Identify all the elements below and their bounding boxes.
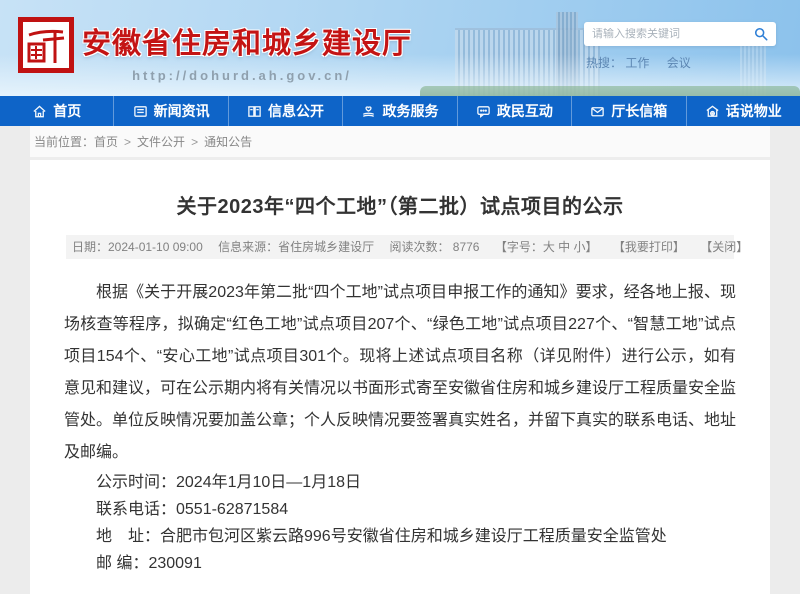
nav-item-label: 政务服务	[382, 101, 438, 121]
hot-search-label: 热搜：	[586, 56, 622, 70]
article-paragraph: 根据《关于开展2023年第二批“四个工地”试点项目申报工作的通知》要求，经各地上…	[64, 277, 736, 469]
article-meta-bar: 日期：2024-01-10 09:00 信息来源：省住房城乡建设厅 阅读次数： …	[66, 235, 734, 259]
nav-item-interaction[interactable]: 政民互动	[457, 96, 571, 126]
main-nav: 首页 新闻资讯 信息公开 政务服务 政民互动 厅长信箱 话说物	[0, 96, 800, 126]
search-box[interactable]	[584, 22, 776, 46]
nav-item-label: 话说物业	[726, 101, 782, 121]
nav-item-home[interactable]: 首页	[0, 96, 113, 126]
article-title: 关于2023年“四个工地”（第二批）试点项目的公示	[30, 160, 770, 219]
breadcrumb-item-home[interactable]: 首页	[94, 133, 118, 150]
site-identity: 安徽省住房和城乡建设厅 http://dohurd.ah.gov.cn/	[82, 20, 402, 83]
hot-search-link-work[interactable]: 工作	[625, 56, 649, 70]
hot-search-line: 热搜： 工作 会议	[584, 54, 776, 71]
news-icon	[133, 104, 148, 119]
header-tower-image	[556, 12, 578, 96]
nav-item-label: 首页	[53, 101, 81, 121]
nav-item-services[interactable]: 政务服务	[342, 96, 456, 126]
mailbox-icon	[590, 104, 605, 119]
site-name: 安徽省住房和城乡建设厅	[82, 20, 402, 62]
font-size-control[interactable]: 【字号：大 中 小】	[495, 240, 598, 254]
article-card: 关于2023年“四个工地”（第二批）试点项目的公示 日期：2024-01-10 …	[30, 160, 770, 594]
interaction-icon	[476, 104, 491, 119]
breadcrumb-item-notices[interactable]: 通知公告	[204, 133, 252, 150]
breadcrumb-separator: >	[124, 135, 131, 149]
hot-search-link-meeting[interactable]: 会议	[667, 56, 691, 70]
print-button[interactable]: 【我要打印】	[613, 240, 685, 254]
breadcrumb-separator: >	[191, 135, 198, 149]
breadcrumb: 当前位置： 首页 > 文件公开 > 通知公告	[30, 126, 770, 160]
article-source: 信息来源：省住房城乡建设厅	[218, 240, 374, 254]
search-input[interactable]	[592, 28, 754, 40]
publicity-period-line: 公示时间：2024年1月10日—1月18日	[64, 469, 736, 496]
nav-item-label: 新闻资讯	[154, 101, 210, 121]
breadcrumb-item-documents[interactable]: 文件公开	[137, 133, 185, 150]
address-line: 地 址：合肥市包河区紫云路996号安徽省住房和城乡建设厅工程质量安全监管处	[64, 523, 736, 550]
site-header: 安徽省住房和城乡建设厅 http://dohurd.ah.gov.cn/ 热搜：…	[0, 0, 800, 96]
nav-item-info-disclosure[interactable]: 信息公开	[228, 96, 342, 126]
nav-item-mailbox[interactable]: 厅长信箱	[571, 96, 685, 126]
article-views: 阅读次数： 8776	[389, 240, 479, 254]
site-url: http://dohurd.ah.gov.cn/	[82, 68, 402, 83]
services-icon	[361, 104, 376, 119]
search-area: 热搜： 工作 会议	[584, 22, 776, 71]
postal-code-line: 邮 编：230091	[64, 550, 736, 577]
property-icon	[705, 104, 720, 119]
home-icon	[32, 104, 47, 119]
nav-item-label: 政民互动	[497, 101, 553, 121]
header-greenery-image	[420, 86, 800, 96]
nav-item-label: 厅长信箱	[611, 101, 667, 121]
close-button[interactable]: 【关闭】	[700, 240, 748, 254]
nav-item-property[interactable]: 话说物业	[686, 96, 800, 126]
contact-phone-line: 联系电话：0551-62871584	[64, 496, 736, 523]
nav-item-news[interactable]: 新闻资讯	[113, 96, 227, 126]
article-date: 日期：2024-01-10 09:00	[72, 240, 203, 254]
article-body: 根据《关于开展2023年第二批“四个工地”试点项目申报工作的通知》要求，经各地上…	[30, 259, 770, 594]
nav-item-label: 信息公开	[268, 101, 324, 121]
search-icon[interactable]	[754, 27, 768, 41]
breadcrumb-label: 当前位置：	[34, 133, 94, 150]
site-logo-icon[interactable]	[18, 17, 74, 73]
info-disclosure-icon	[247, 104, 262, 119]
